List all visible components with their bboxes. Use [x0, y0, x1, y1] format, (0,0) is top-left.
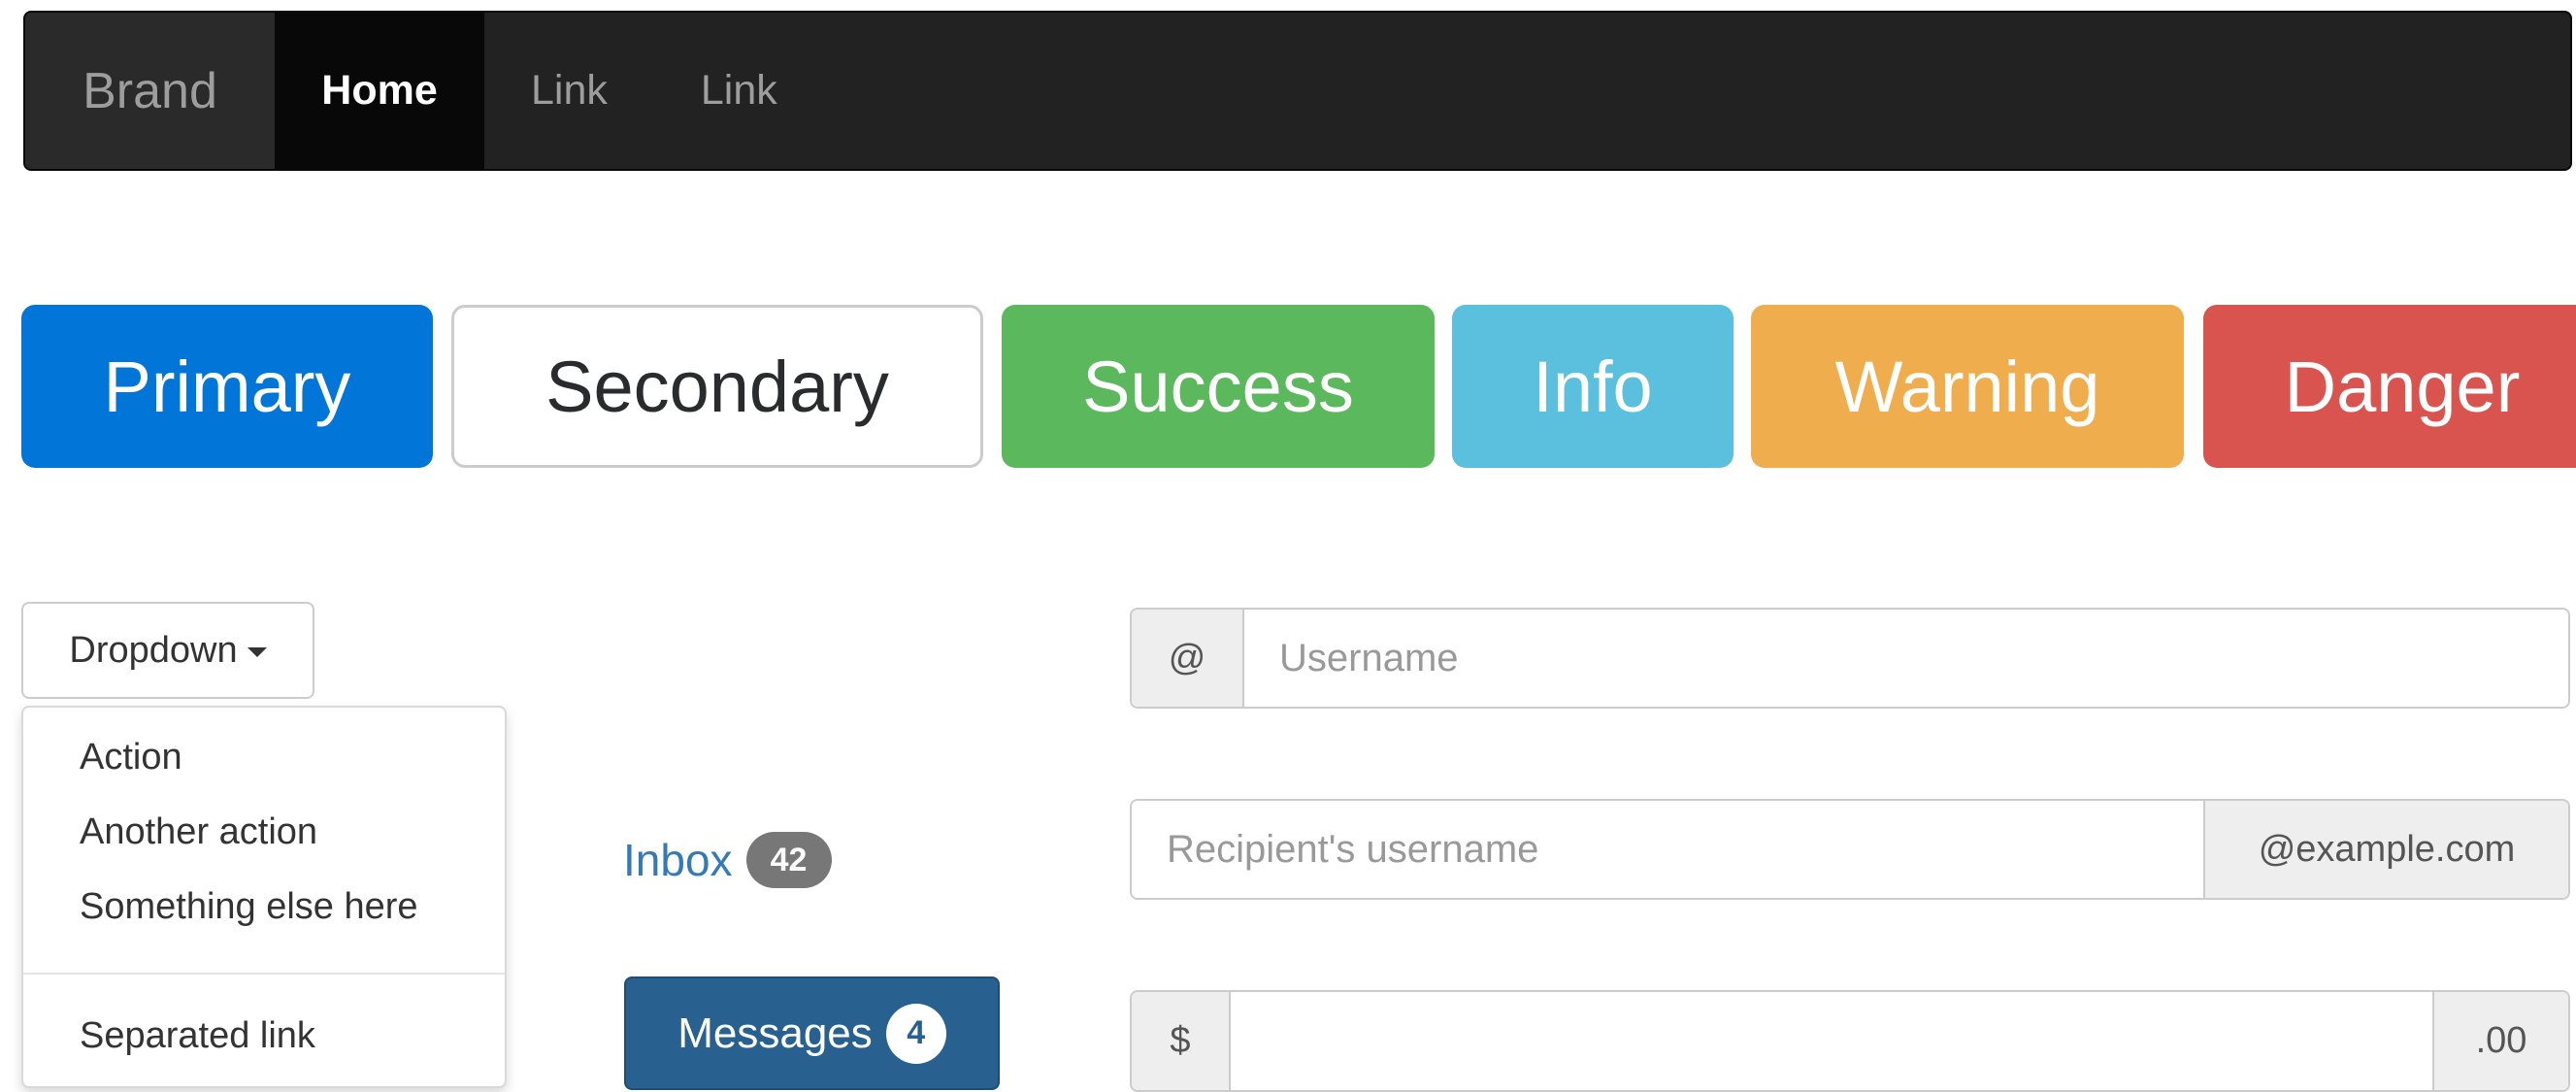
username-input[interactable]	[1244, 610, 2568, 707]
nav-item-link-2[interactable]: Link	[654, 13, 824, 169]
warning-button[interactable]: Warning	[1751, 305, 2184, 468]
nav-item-link-1[interactable]: Link	[484, 13, 654, 169]
messages-button[interactable]: Messages 4	[624, 976, 1000, 1090]
inbox: Inbox 42	[623, 832, 832, 888]
dropdown-menu: Action Another action Something else her…	[21, 706, 507, 1088]
info-button[interactable]: Info	[1452, 305, 1734, 468]
dropdown-button[interactable]: Dropdown	[21, 602, 314, 699]
navbar-brand[interactable]: Brand	[25, 13, 275, 169]
secondary-button[interactable]: Secondary	[451, 305, 983, 468]
primary-button[interactable]: Primary	[21, 305, 433, 468]
nav-item-home[interactable]: Home	[275, 13, 484, 169]
at-sign-addon: @	[1132, 610, 1244, 707]
messages-count-badge: 4	[885, 1003, 946, 1064]
amount-input-group: $ .00	[1130, 990, 2570, 1092]
inbox-link[interactable]: Inbox	[623, 834, 733, 886]
danger-button[interactable]: Danger	[2203, 305, 2576, 468]
success-button[interactable]: Success	[1002, 305, 1435, 468]
dropdown-item-action[interactable]: Action	[80, 737, 182, 778]
dropdown-label: Dropdown	[69, 629, 238, 671]
dollar-addon: $	[1132, 992, 1231, 1090]
dropdown-item-something-else[interactable]: Something else here	[80, 886, 418, 928]
email-domain-addon: @example.com	[2203, 801, 2568, 898]
amount-input[interactable]	[1231, 992, 2432, 1090]
cents-addon: .00	[2432, 992, 2568, 1090]
dropdown-item-another-action[interactable]: Another action	[80, 811, 317, 853]
username-input-group: @	[1130, 608, 2570, 709]
caret-down-icon	[247, 647, 267, 657]
dropdown-divider	[23, 973, 505, 975]
inbox-count-badge: 42	[745, 832, 832, 888]
recipient-input-group: @example.com	[1130, 799, 2570, 900]
navbar: Brand Home Link Link	[23, 11, 2572, 171]
messages-label: Messages	[677, 1009, 873, 1057]
dropdown-item-separated-link[interactable]: Separated link	[80, 1015, 315, 1057]
recipient-input[interactable]	[1132, 801, 2203, 898]
